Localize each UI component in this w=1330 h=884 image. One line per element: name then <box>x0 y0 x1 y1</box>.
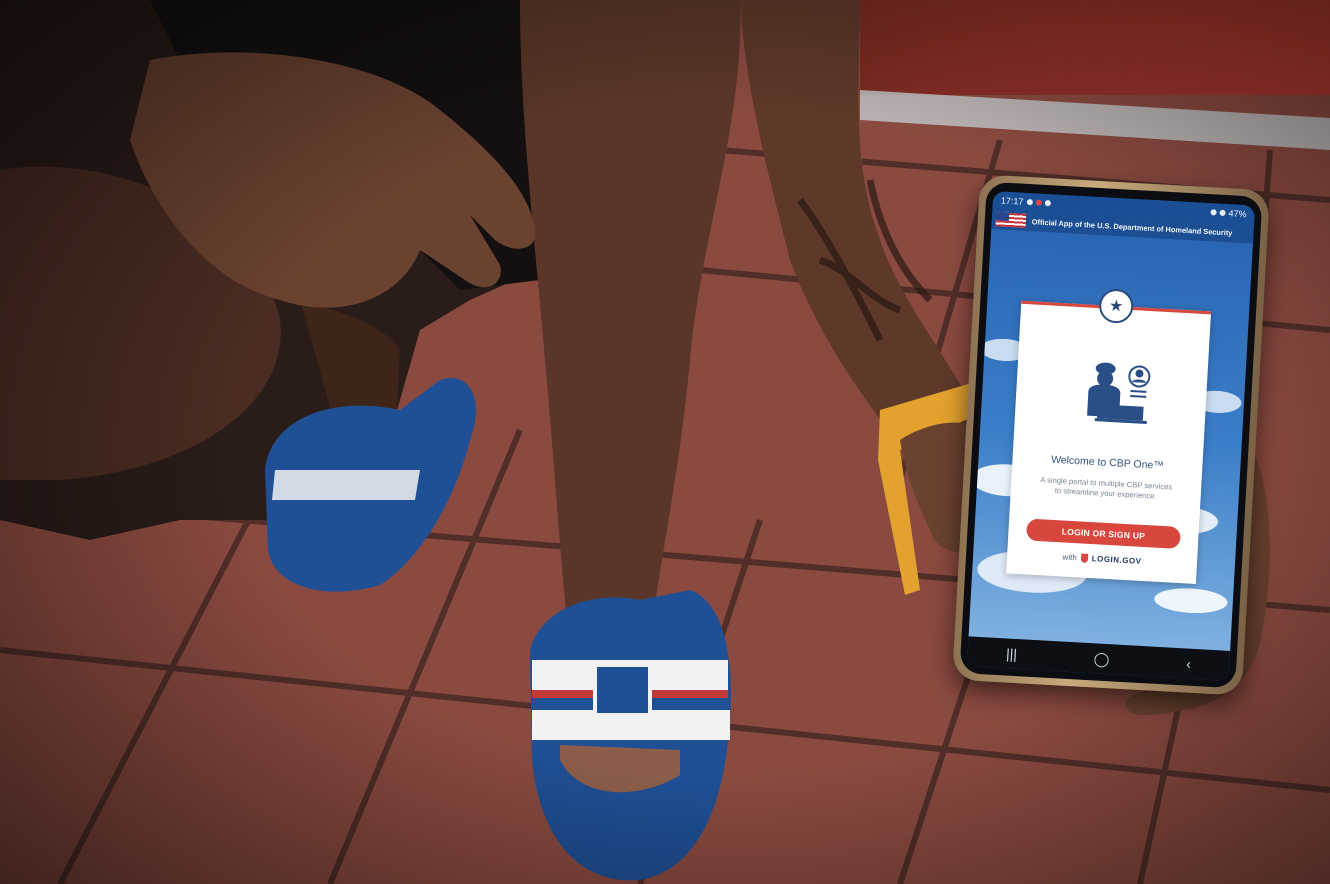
welcome-subtitle: A single portal to multiple CBP services… <box>1040 475 1173 501</box>
notification-icon <box>1026 198 1033 206</box>
battery-level: 47% <box>1228 208 1247 220</box>
dhs-seal-icon: ★ <box>1098 288 1135 325</box>
us-flag-icon <box>995 212 1027 228</box>
login-provider: with LOGIN.GOV <box>1007 549 1197 569</box>
sky-background: ★ Welcome to CBP One™ A single portal to… <box>968 228 1253 651</box>
alarm-icon <box>1210 209 1217 216</box>
officer-illustration-icon <box>1087 362 1151 424</box>
login-signup-button[interactable]: LOGIN OR SIGN UP <box>1025 518 1181 550</box>
notification-icon <box>1044 199 1051 207</box>
photo: 17:17 47% Official App of the U.S. Depar… <box>0 0 1330 884</box>
back-icon[interactable]: ‹ <box>1186 656 1192 672</box>
with-label: with <box>1062 552 1078 563</box>
status-time: 17:17 <box>1000 195 1024 207</box>
welcome-title: Welcome to CBP One™ <box>1050 453 1165 472</box>
status-right: 47% <box>1210 207 1247 219</box>
wifi-icon <box>1219 209 1226 217</box>
phone-screen: 17:17 47% Official App of the U.S. Depar… <box>966 191 1256 681</box>
smartphone: 17:17 47% Official App of the U.S. Depar… <box>952 174 1270 696</box>
shield-icon <box>1080 553 1089 563</box>
home-icon[interactable]: ◯ <box>1093 650 1110 668</box>
login-gov-logo: LOGIN.GOV <box>1091 554 1142 566</box>
notification-icon <box>1035 199 1042 206</box>
status-left: 17:17 <box>1001 195 1051 208</box>
recent-apps-icon[interactable]: ||| <box>1006 645 1018 662</box>
welcome-card: ★ Welcome to CBP One™ A single portal to… <box>1006 288 1212 584</box>
